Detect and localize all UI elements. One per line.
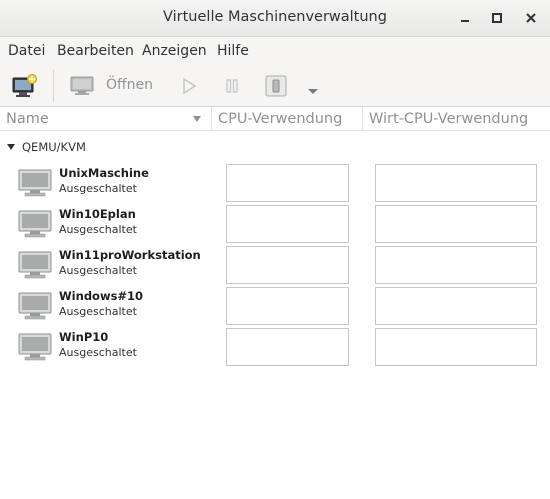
run-button[interactable] — [181, 77, 197, 95]
connection-label: QEMU/KVM — [22, 140, 86, 154]
vm-name: Win11proWorkstation — [59, 248, 201, 262]
close-icon — [526, 13, 536, 23]
pause-button[interactable] — [224, 77, 240, 95]
menu-anzeigen[interactable]: Anzeigen — [142, 43, 207, 59]
open-button[interactable]: Öffnen — [106, 77, 153, 93]
toolbar: Öffnen — [0, 65, 550, 107]
vm-row[interactable]: WinP10 Ausgeschaltet — [0, 326, 550, 367]
vm-monitor-icon — [18, 292, 52, 320]
host-cpu-usage-graph — [375, 164, 537, 202]
menu-bearbeiten[interactable]: Bearbeiten — [57, 43, 134, 59]
host-cpu-usage-graph — [375, 205, 537, 243]
host-cpu-usage-graph — [375, 246, 537, 284]
cpu-usage-graph — [226, 246, 349, 284]
menu-hilfe[interactable]: Hilfe — [217, 43, 249, 59]
maximize-icon — [492, 13, 502, 23]
minimize-icon — [461, 20, 469, 22]
vm-monitor-icon — [18, 251, 52, 279]
shutdown-button[interactable] — [265, 75, 287, 97]
expander-down-icon — [7, 144, 15, 150]
toolbar-separator — [53, 70, 54, 102]
vm-status: Ausgeschaltet — [59, 264, 137, 277]
vm-status: Ausgeschaltet — [59, 182, 137, 195]
column-cpu[interactable]: CPU-Verwendung — [212, 107, 362, 131]
vm-monitor-icon — [18, 169, 52, 197]
vm-monitor-icon — [18, 333, 52, 361]
cpu-usage-graph — [226, 205, 349, 243]
shutdown-icon — [265, 75, 287, 97]
new-vm-button[interactable] — [11, 73, 39, 99]
column-header: Name CPU-Verwendung Wirt-CPU-Verwendung — [0, 107, 550, 131]
vm-row[interactable]: Win11proWorkstation Ausgeschaltet — [0, 244, 550, 285]
vm-row[interactable]: Windows#10 Ausgeschaltet — [0, 285, 550, 326]
menu-bar: Datei Bearbeiten Anzeigen Hilfe — [0, 37, 550, 65]
column-cpu-label: CPU-Verwendung — [218, 111, 343, 127]
column-host-cpu[interactable]: Wirt-CPU-Verwendung — [363, 107, 550, 131]
title-bar: Virtuelle Maschinenverwaltung — [0, 0, 550, 37]
shutdown-menu-button[interactable] — [306, 81, 320, 94]
vm-status: Ausgeschaltet — [59, 223, 137, 236]
sort-down-icon[interactable] — [192, 115, 202, 123]
menu-datei[interactable]: Datei — [8, 43, 45, 59]
cpu-usage-graph — [226, 287, 349, 325]
play-icon — [183, 77, 197, 95]
vm-row[interactable]: Win10Eplan Ausgeschaltet — [0, 203, 550, 244]
new-vm-icon — [12, 74, 37, 97]
cpu-usage-graph — [226, 164, 349, 202]
cpu-usage-graph — [226, 328, 349, 366]
close-button[interactable] — [521, 8, 541, 28]
open-icon-wrap[interactable] — [70, 76, 94, 96]
vm-name: Windows#10 — [59, 289, 144, 303]
column-name[interactable]: Name — [0, 107, 211, 131]
maximize-button[interactable] — [487, 8, 507, 28]
column-name-label: Name — [6, 111, 49, 127]
vm-status: Ausgeschaltet — [59, 346, 137, 359]
vm-row[interactable]: UnixMaschine Ausgeschaltet — [0, 162, 550, 203]
vm-name: WinP10 — [59, 330, 109, 344]
chevron-down-icon — [308, 89, 318, 94]
host-cpu-usage-graph — [375, 287, 537, 325]
monitor-icon — [70, 76, 94, 95]
vm-name: Win10Eplan — [59, 207, 136, 221]
pause-icon — [226, 79, 238, 93]
vm-status: Ausgeschaltet — [59, 305, 137, 318]
vm-name: UnixMaschine — [59, 166, 149, 180]
host-cpu-usage-graph — [375, 328, 537, 366]
vm-monitor-icon — [18, 210, 52, 238]
minimize-button[interactable] — [455, 8, 475, 28]
column-host-cpu-label: Wirt-CPU-Verwendung — [369, 111, 529, 127]
